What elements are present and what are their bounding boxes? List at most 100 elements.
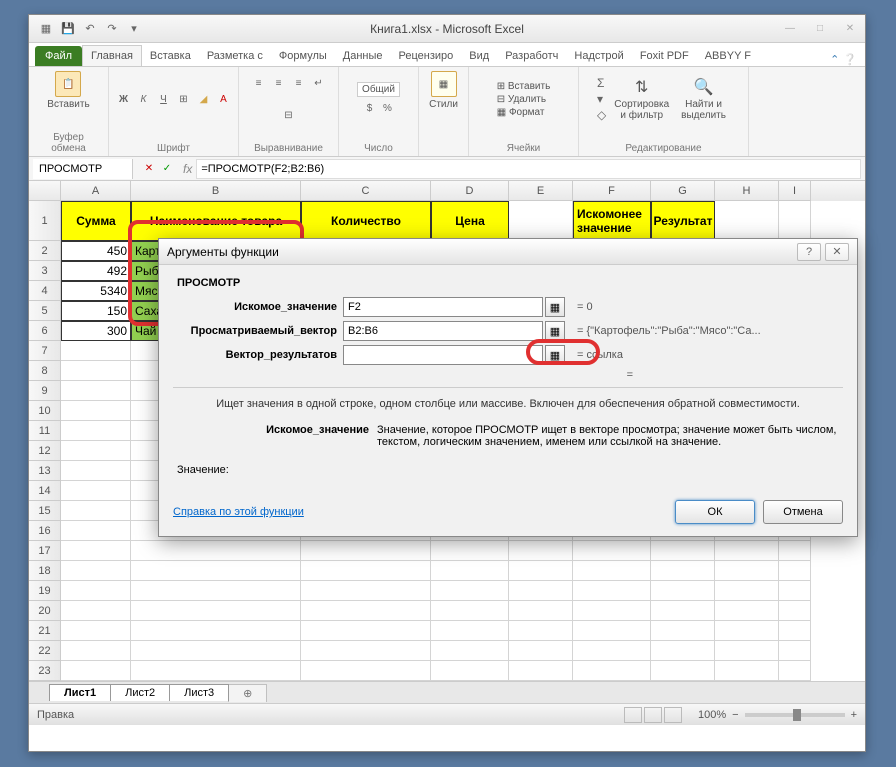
cell[interactable] xyxy=(301,561,431,581)
cell[interactable] xyxy=(301,581,431,601)
cell[interactable]: 300 xyxy=(61,321,131,341)
cell[interactable] xyxy=(715,661,779,681)
number-format-select[interactable]: Общий xyxy=(357,82,400,97)
cell[interactable] xyxy=(61,521,131,541)
cancel-button[interactable]: Отмена xyxy=(763,500,843,524)
cell[interactable] xyxy=(431,581,509,601)
cell[interactable] xyxy=(715,541,779,561)
fill-color-icon[interactable]: ◢ xyxy=(196,91,212,107)
cell[interactable] xyxy=(301,661,431,681)
cell[interactable] xyxy=(61,361,131,381)
cell[interactable] xyxy=(61,441,131,461)
cell[interactable] xyxy=(301,601,431,621)
ok-button[interactable]: ОК xyxy=(675,500,755,524)
autosum-icon[interactable]: Σ xyxy=(597,76,606,90)
cell[interactable] xyxy=(715,561,779,581)
cell[interactable] xyxy=(301,641,431,661)
cell[interactable] xyxy=(61,501,131,521)
tab-developer[interactable]: Разработч xyxy=(497,46,566,66)
cell[interactable] xyxy=(61,621,131,641)
qat-dropdown-icon[interactable]: ▾ xyxy=(125,20,143,38)
sort-filter-button[interactable]: ⇅ Сортировка и фильтр xyxy=(610,75,673,123)
cell[interactable]: 5340 xyxy=(61,281,131,301)
cell[interactable] xyxy=(509,561,573,581)
cell[interactable] xyxy=(573,661,651,681)
zoom-out-button[interactable]: − xyxy=(732,709,738,721)
select-all-corner[interactable] xyxy=(29,181,61,201)
tab-file[interactable]: Файл xyxy=(35,46,82,66)
cell[interactable] xyxy=(779,661,811,681)
normal-view-button[interactable] xyxy=(624,707,642,723)
cell[interactable] xyxy=(131,601,301,621)
cell[interactable] xyxy=(301,541,431,561)
cell[interactable]: Наименование товара xyxy=(131,201,301,241)
row-header[interactable]: 11 xyxy=(29,421,61,441)
cell[interactable]: Искомонее значение xyxy=(573,201,651,241)
tab-data[interactable]: Данные xyxy=(335,46,391,66)
range-selector-icon[interactable]: ▦ xyxy=(545,345,565,365)
row-header[interactable]: 12 xyxy=(29,441,61,461)
formula-input[interactable]: =ПРОСМОТР(F2;B2:B6) xyxy=(196,159,861,179)
row-header[interactable]: 22 xyxy=(29,641,61,661)
cell[interactable] xyxy=(573,641,651,661)
row-header[interactable]: 9 xyxy=(29,381,61,401)
cell[interactable] xyxy=(779,641,811,661)
cell[interactable] xyxy=(509,601,573,621)
close-button[interactable]: ✕ xyxy=(835,19,865,39)
row-header[interactable]: 5 xyxy=(29,301,61,321)
cell[interactable] xyxy=(651,581,715,601)
find-button[interactable]: 🔍 Найти и выделить xyxy=(677,75,730,123)
row-header[interactable]: 19 xyxy=(29,581,61,601)
row-header[interactable]: 23 xyxy=(29,661,61,681)
cell[interactable] xyxy=(131,581,301,601)
styles-button[interactable]: ▦ Стили xyxy=(425,69,462,112)
cell[interactable]: Количество xyxy=(301,201,431,241)
cell[interactable] xyxy=(573,601,651,621)
cell[interactable] xyxy=(431,621,509,641)
col-header-D[interactable]: D xyxy=(431,181,509,201)
wrap-text-icon[interactable]: ↵ xyxy=(311,75,327,91)
cell[interactable] xyxy=(573,621,651,641)
arg-input[interactable]: F2 xyxy=(343,297,543,317)
col-header-I[interactable]: I xyxy=(779,181,811,201)
row-header[interactable]: 3 xyxy=(29,261,61,281)
align-left-icon[interactable]: ≡ xyxy=(251,75,267,91)
new-sheet-button[interactable]: ⊕ xyxy=(228,684,267,702)
row-header[interactable]: 13 xyxy=(29,461,61,481)
cell[interactable]: Цена xyxy=(431,201,509,241)
cell[interactable] xyxy=(61,661,131,681)
cell[interactable] xyxy=(509,201,573,241)
undo-icon[interactable]: ↶ xyxy=(81,20,99,38)
sheet-tab-1[interactable]: Лист1 xyxy=(49,684,111,701)
cell[interactable]: 450 xyxy=(61,241,131,261)
cell[interactable] xyxy=(61,481,131,501)
row-header[interactable]: 17 xyxy=(29,541,61,561)
cells-insert-button[interactable]: ⊞ Вставить xyxy=(497,81,551,92)
cell[interactable] xyxy=(651,621,715,641)
page-layout-button[interactable] xyxy=(644,707,662,723)
percent-icon[interactable]: % xyxy=(380,101,396,117)
row-header[interactable]: 15 xyxy=(29,501,61,521)
row-header[interactable]: 4 xyxy=(29,281,61,301)
row-header[interactable]: 20 xyxy=(29,601,61,621)
align-right-icon[interactable]: ≡ xyxy=(291,75,307,91)
page-break-button[interactable] xyxy=(664,707,682,723)
cells-format-button[interactable]: ▦ Формат xyxy=(497,107,545,118)
row-header[interactable]: 2 xyxy=(29,241,61,261)
cell[interactable] xyxy=(131,621,301,641)
cancel-formula-icon[interactable]: ✕ xyxy=(141,161,157,177)
cell[interactable] xyxy=(509,621,573,641)
sheet-tab-2[interactable]: Лист2 xyxy=(110,684,170,701)
cell[interactable] xyxy=(779,201,811,241)
cell[interactable] xyxy=(779,581,811,601)
cell[interactable] xyxy=(61,601,131,621)
tab-abbyy[interactable]: ABBYY F xyxy=(697,46,759,66)
font-color-icon[interactable]: A xyxy=(216,91,232,107)
sheet-tab-3[interactable]: Лист3 xyxy=(169,684,229,701)
cell[interactable] xyxy=(651,641,715,661)
minimize-button[interactable]: — xyxy=(775,19,805,39)
align-center-icon[interactable]: ≡ xyxy=(271,75,287,91)
save-icon[interactable]: 💾 xyxy=(59,20,77,38)
tab-foxit[interactable]: Foxit PDF xyxy=(632,46,697,66)
cell[interactable] xyxy=(61,461,131,481)
